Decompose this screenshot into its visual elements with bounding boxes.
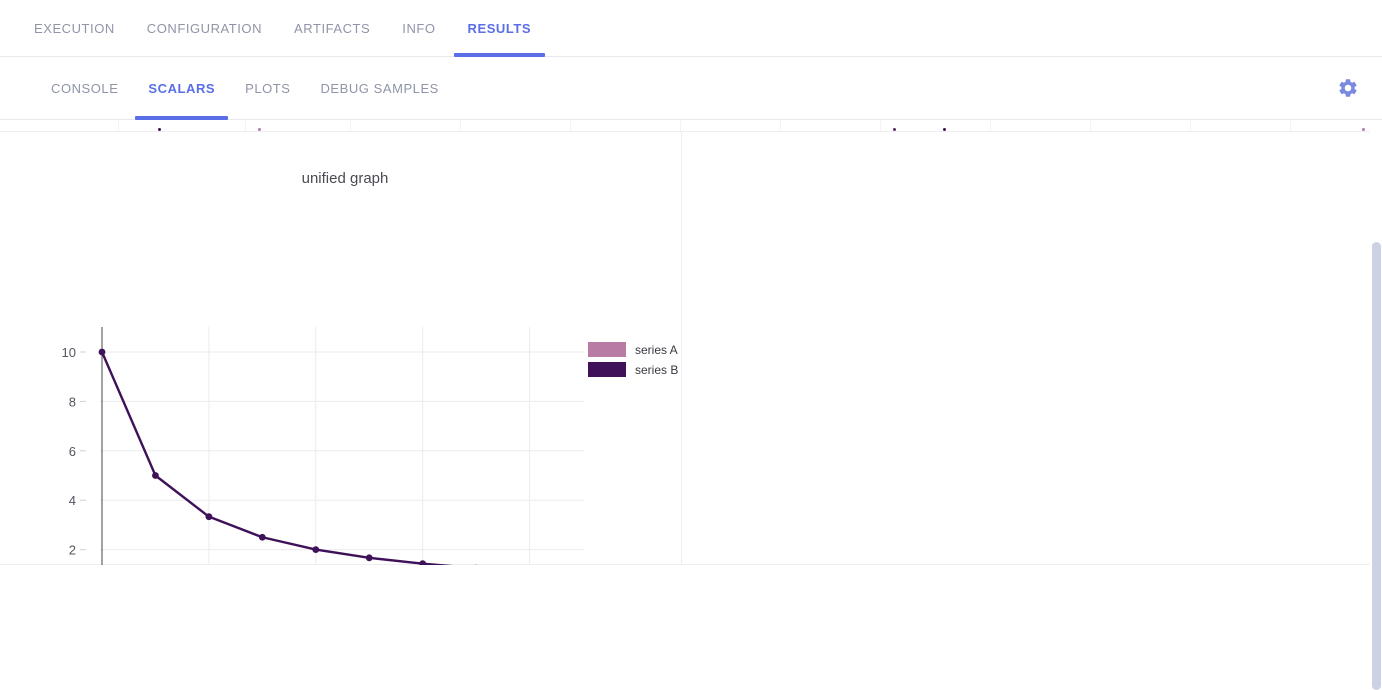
primary-tab-row: EXECUTION CONFIGURATION ARTIFACTS INFO RESUL… <box>0 0 1382 57</box>
series-line[interactable] <box>102 352 583 565</box>
series-data-point[interactable] <box>205 513 212 520</box>
clipped-gridline <box>1190 120 1191 132</box>
y-tick-label: 10 <box>62 345 76 360</box>
secondary-tab-bar: CONSOLE SCALARS PLOTS DEBUG SAMPLES <box>0 57 1382 120</box>
clipped-gridline <box>245 120 246 132</box>
secondary-tab-label: PLOTS <box>245 81 290 96</box>
legend-item[interactable]: series B <box>588 360 678 379</box>
secondary-tab-label: DEBUG SAMPLES <box>320 81 438 96</box>
clipped-gridline <box>1090 120 1091 132</box>
unified-graph-chart[interactable]: unified graph 024681002468 series Aserie… <box>0 132 682 565</box>
y-tick-label: 6 <box>69 444 76 459</box>
primary-tab-label: CONFIGURATION <box>147 21 262 36</box>
series-data-point[interactable] <box>366 554 373 561</box>
y-tick-label: 2 <box>69 543 76 558</box>
chart-card[interactable]: unified graph 024681002468 series Aserie… <box>0 132 682 565</box>
legend-item[interactable]: series A <box>588 340 678 359</box>
primary-tab-label: EXECUTION <box>34 21 115 36</box>
primary-tab-info[interactable]: INFO <box>386 0 451 57</box>
secondary-tab-row: CONSOLE SCALARS PLOTS DEBUG SAMPLES <box>0 57 1382 120</box>
secondary-tab-label: SCALARS <box>148 81 215 96</box>
clipped-data-point <box>258 128 261 131</box>
legend-label: series B <box>635 363 678 377</box>
clipped-gridline <box>350 120 351 132</box>
secondary-tab-label: CONSOLE <box>51 81 118 96</box>
clipped-gridline <box>780 120 781 132</box>
primary-tab-label: ARTIFACTS <box>294 21 370 36</box>
settings-button[interactable] <box>1334 74 1362 102</box>
vertical-scrollbar-track[interactable] <box>1370 120 1382 577</box>
primary-tab-configuration[interactable]: CONFIGURATION <box>131 0 278 57</box>
primary-tab-label: INFO <box>402 21 435 36</box>
clipped-gridline <box>680 120 681 132</box>
chart-legend[interactable]: series A series B <box>588 340 678 380</box>
clipped-gridline <box>118 120 119 132</box>
y-tick-label: 4 <box>69 493 76 508</box>
secondary-tab-plots[interactable]: PLOTS <box>230 57 305 120</box>
gear-icon <box>1337 77 1359 99</box>
primary-tab-label: RESULTS <box>468 21 532 36</box>
series-data-point[interactable] <box>419 560 426 565</box>
clipped-gridline <box>1290 120 1291 132</box>
secondary-tab-debug-samples[interactable]: DEBUG SAMPLES <box>305 57 453 120</box>
vertical-scrollbar-thumb[interactable] <box>1372 242 1381 690</box>
scalars-content-area: unified graph 024681002468 series Aserie… <box>0 120 1382 577</box>
clipped-previous-chart-row <box>0 120 1370 132</box>
secondary-tab-console[interactable]: CONSOLE <box>36 57 133 120</box>
clipped-gridline <box>880 120 881 132</box>
clipped-data-point <box>943 128 946 131</box>
clipped-data-point <box>158 128 161 131</box>
series-data-point[interactable] <box>99 349 106 356</box>
primary-tab-execution[interactable]: EXECUTION <box>18 0 131 57</box>
legend-color-swatch[interactable] <box>588 342 626 357</box>
series-data-point[interactable] <box>152 472 159 479</box>
secondary-tab-scalars[interactable]: SCALARS <box>133 57 230 120</box>
clipped-gridline <box>570 120 571 132</box>
primary-tab-results[interactable]: RESULTS <box>452 0 548 57</box>
primary-tab-artifacts[interactable]: ARTIFACTS <box>278 0 386 57</box>
y-tick-label: 8 <box>69 394 76 409</box>
series-data-point[interactable] <box>312 546 319 553</box>
clipped-data-point <box>893 128 896 131</box>
chart-plot-area[interactable]: 024681002468 <box>0 132 682 565</box>
primary-tab-bar: EXECUTION CONFIGURATION ARTIFACTS INFO RESUL… <box>0 0 1382 57</box>
legend-label: series A <box>635 343 678 357</box>
clipped-gridline <box>460 120 461 132</box>
series-data-point[interactable] <box>259 534 266 541</box>
chart-card-right-placeholder <box>682 132 1370 565</box>
clipped-gridline <box>990 120 991 132</box>
clipped-data-point <box>1362 128 1365 131</box>
legend-color-swatch[interactable] <box>588 362 626 377</box>
